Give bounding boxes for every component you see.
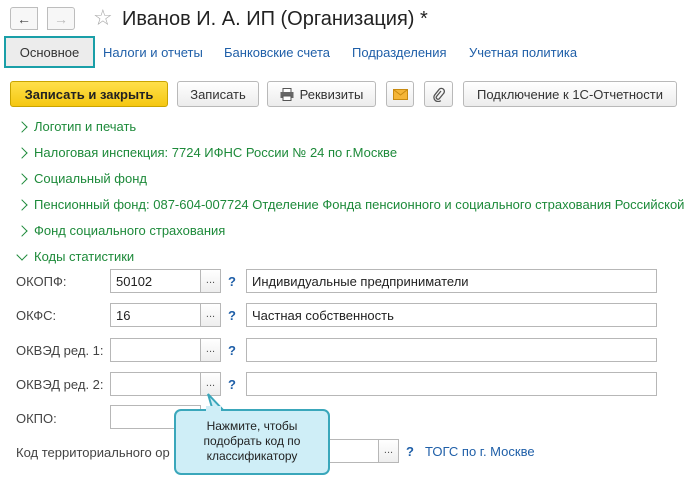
tab-departments[interactable]: Подразделения: [352, 45, 447, 60]
okfs-description-input[interactable]: Частная собственность: [246, 303, 657, 327]
territorial-help-icon[interactable]: ?: [406, 444, 414, 459]
save-button[interactable]: Записать: [177, 81, 259, 107]
connect-reporting-button[interactable]: Подключение к 1С-Отчетности: [463, 81, 677, 107]
forward-button[interactable]: →: [47, 7, 75, 30]
okopf-label: ОКОПФ:: [16, 274, 67, 289]
tab-accounting-policy[interactable]: Учетная политика: [469, 45, 577, 60]
okved2-code-input[interactable]: [110, 372, 201, 396]
okved2-help-icon[interactable]: ?: [228, 377, 236, 392]
okved1-description-input[interactable]: [246, 338, 657, 362]
save-and-close-button[interactable]: Записать и закрыть: [10, 81, 168, 107]
group-label: Коды статистики: [34, 249, 135, 264]
okved1-code-input[interactable]: [110, 338, 201, 362]
group-label: Логотип и печать: [34, 119, 137, 134]
okopf-pick-button[interactable]: ...: [201, 269, 221, 293]
group-label: Фонд социального страхования: [34, 223, 226, 238]
back-button[interactable]: ←: [10, 7, 38, 30]
group-fss[interactable]: Фонд социального страхования: [16, 223, 226, 238]
tooltip-line: Нажмите, чтобы: [206, 419, 298, 433]
chevron-down-icon: [16, 248, 28, 261]
chevron-right-icon: [16, 146, 28, 159]
group-pension-fund[interactable]: Пенсионный фонд: 087-604-007724 Отделени…: [18, 197, 685, 212]
territorial-code-label: Код территориального ор: [16, 445, 170, 460]
chevron-right-icon: [16, 172, 28, 185]
okfs-help-icon[interactable]: ?: [228, 308, 236, 323]
arrow-right-icon: →: [54, 10, 68, 27]
button-label: Записать: [190, 86, 246, 102]
page-title: Иванов И. А. ИП (Организация) *: [122, 8, 428, 30]
tooltip-line: классификатору: [206, 449, 298, 463]
togs-link[interactable]: ТОГС по г. Москве: [425, 444, 535, 459]
tooltip-line: подобрать код по: [203, 434, 301, 448]
chevron-right-icon: [16, 224, 28, 237]
star-icon[interactable]: ☆: [93, 5, 113, 31]
okpo-label: ОКПО:: [16, 411, 57, 426]
tooltip-pointer-joint: [206, 406, 221, 412]
tab-bank-accounts[interactable]: Банковские счета: [224, 45, 330, 60]
okved1-label: ОКВЭД ред. 1:: [16, 343, 104, 358]
group-social-fund[interactable]: Социальный фонд: [16, 171, 148, 186]
arrow-left-icon: ←: [17, 10, 31, 27]
printer-icon: [280, 87, 294, 101]
okved1-pick-button[interactable]: ...: [201, 338, 221, 362]
okopf-description-input[interactable]: Индивидуальные предприниматели: [246, 269, 657, 293]
paperclip-icon: [432, 87, 445, 102]
group-tax-office[interactable]: Налоговая инспекция: 7724 ИФНС России № …: [16, 145, 398, 160]
button-label: Реквизиты: [299, 86, 364, 102]
envelope-icon: [392, 88, 408, 100]
group-logo[interactable]: Логотип и печать: [16, 119, 137, 134]
okved2-description-input[interactable]: [246, 372, 657, 396]
okopf-code-input[interactable]: 50102: [110, 269, 201, 293]
tooltip: Нажмите, чтобы подобрать код по классифи…: [174, 409, 330, 475]
okfs-pick-button[interactable]: ...: [201, 303, 221, 327]
group-label: Социальный фонд: [34, 171, 148, 186]
okfs-code-input[interactable]: 16: [110, 303, 201, 327]
requisites-button[interactable]: Реквизиты: [267, 81, 376, 107]
group-stat-codes[interactable]: Коды статистики: [16, 248, 135, 264]
attach-button[interactable]: [424, 81, 453, 107]
chevron-right-icon: [16, 120, 28, 133]
tab-label: Основное: [19, 44, 80, 60]
okfs-label: ОКФС:: [16, 308, 57, 323]
tab-main[interactable]: Основное: [4, 36, 95, 68]
button-label: Записать и закрыть: [24, 86, 154, 102]
email-button[interactable]: [386, 81, 414, 107]
chevron-right-icon: [18, 198, 28, 211]
territorial-pick-button[interactable]: ...: [379, 439, 399, 463]
button-label: Подключение к 1С-Отчетности: [476, 86, 663, 102]
group-label: Налоговая инспекция: 7724 ИФНС России № …: [34, 145, 398, 160]
okved2-label: ОКВЭД ред. 2:: [16, 377, 104, 392]
okved1-help-icon[interactable]: ?: [228, 343, 236, 358]
tab-taxes[interactable]: Налоги и отчеты: [103, 45, 203, 60]
group-label: Пенсионный фонд: 087-604-007724 Отделени…: [34, 197, 685, 212]
okopf-help-icon[interactable]: ?: [228, 274, 236, 289]
